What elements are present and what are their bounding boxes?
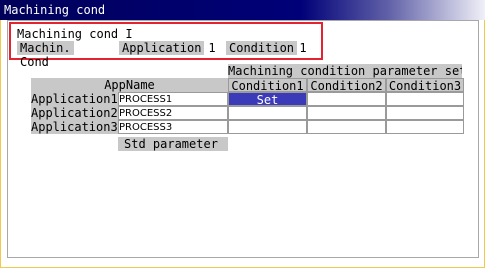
cell-app1-cond2[interactable]: [307, 92, 386, 106]
cell-app2-cond2[interactable]: [307, 106, 386, 120]
condition2-header: Condition2: [307, 78, 386, 92]
row-label-application1: Application1: [31, 92, 118, 106]
std-parameter-value[interactable]: [228, 137, 307, 151]
condition1-header: Condition1: [228, 78, 307, 92]
window-title: Machining cond: [4, 3, 106, 17]
appname-header: AppName: [31, 78, 228, 92]
cell-app3-cond1[interactable]: [228, 120, 307, 134]
condition3-header: Condition3: [386, 78, 464, 92]
row-appname-2: PROCESS2: [118, 106, 228, 120]
row-label-application2: Application2: [31, 106, 118, 120]
cell-app3-cond3[interactable]: [386, 120, 464, 134]
cell-app2-cond3[interactable]: [386, 106, 464, 120]
application-value[interactable]: 1: [206, 41, 218, 55]
section-title: Machining cond I: [17, 27, 133, 41]
cell-app2-cond1[interactable]: [228, 106, 307, 120]
std-parameter-label: Std parameter: [118, 137, 228, 151]
title-bar: Machining cond: [0, 0, 485, 20]
row-appname-1: PROCESS1: [118, 92, 228, 106]
cell-app1-cond3[interactable]: [386, 92, 464, 106]
row-label-application3: Application3: [31, 120, 118, 134]
condition-value[interactable]: 1: [297, 41, 309, 55]
cell-set-app1-cond1[interactable]: Set: [228, 92, 307, 106]
condition-label: Condition: [226, 41, 298, 55]
row-appname-3: PROCESS3: [118, 120, 228, 134]
group-header: Machining condition parameter set: [228, 64, 462, 78]
machin-cond-label: Machin. Cond: [17, 41, 74, 69]
application-label: Application: [119, 41, 205, 55]
cell-app3-cond2[interactable]: [307, 120, 386, 134]
